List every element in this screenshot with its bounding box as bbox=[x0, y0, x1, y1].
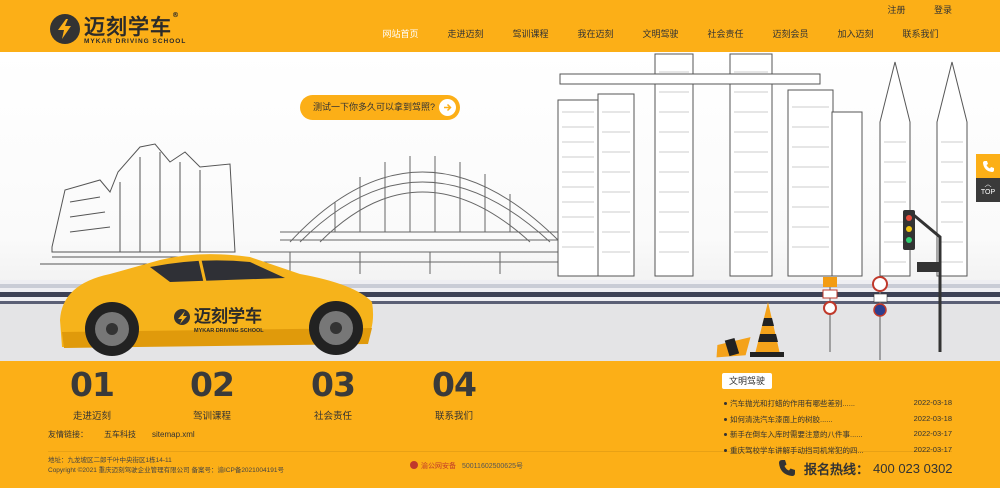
bullet-icon bbox=[724, 417, 727, 421]
news-date: 2022-03-17 bbox=[913, 429, 952, 438]
hotline: 报名热线： 400 023 0302 bbox=[778, 456, 953, 480]
news-title: 汽车抛光和打蜡的作用有哪些差别...... bbox=[730, 399, 856, 408]
license-quiz-button[interactable]: 测试一下你多久可以拿到驾照? bbox=[300, 95, 460, 120]
chevron-up-icon: ︿ bbox=[984, 181, 992, 188]
feature-number: 04 bbox=[432, 365, 477, 404]
news-date: 2022-03-17 bbox=[913, 444, 952, 454]
feature-label: 走进迈刻 bbox=[72, 411, 111, 422]
friend-links: 友情链接： 五车科技 sitemap.xml bbox=[48, 429, 211, 440]
side-widget: ︿ TOP bbox=[976, 154, 1000, 202]
footer-section: 01 走进迈刻 02 驾训课程 03 社会责任 04 联系我们 友情链接： 五车科… bbox=[0, 361, 1000, 488]
news-tab[interactable]: 文明驾驶 bbox=[722, 373, 773, 389]
phone-icon bbox=[982, 160, 994, 172]
news-title: 如何清洗汽车漆面上的树胶...... bbox=[730, 414, 833, 424]
footer-address: 地址：九龙坡区二郎千叶中央街区1栋14-11 bbox=[48, 457, 172, 464]
news-panel: 文明驾驶 汽车抛光和打蜡的作用有哪些差别...... 2022-03-18 如何清… bbox=[722, 371, 952, 460]
auth-links: 注册 登录 bbox=[861, 3, 952, 16]
nav-item-members[interactable]: 迈刻会员 bbox=[758, 27, 823, 45]
main-nav: 网站首页 走进迈刻 驾训课程 我在迈刻 文明驾驶 社会责任 迈刻会员 加入迈刻 … bbox=[368, 27, 953, 45]
logo[interactable]: 迈刻学车® MYKAR DRIVING SCHOOL bbox=[50, 11, 190, 46]
feature-label: 驾训课程 bbox=[192, 411, 231, 422]
news-title: 新手在倒车入库时需要注意的八件事...... bbox=[730, 430, 863, 439]
bullet-icon bbox=[724, 433, 727, 436]
license-quiz-label: 测试一下你多久可以拿到驾照? bbox=[313, 102, 436, 112]
car-illustration: 迈刻学车 MYKAR DRIVING SCHOOL bbox=[60, 254, 374, 356]
bullet-icon bbox=[724, 402, 727, 405]
nav-item-join[interactable]: 加入迈刻 bbox=[823, 27, 888, 45]
register-link[interactable]: 注册 bbox=[887, 5, 905, 15]
hotline-label: 报名热线： bbox=[804, 461, 870, 477]
news-item[interactable]: 新手在倒车入库时需要注意的八件事...... 2022-03-17 bbox=[722, 429, 952, 445]
feature-number: 02 bbox=[190, 365, 235, 404]
hero-banner: 迈刻学车 MYKAR DRIVING SCHOOL 测试一下你多久可以拿到驾照? bbox=[0, 52, 1000, 361]
phone-contact-button[interactable] bbox=[976, 154, 1000, 178]
page: 迈刻学车® MYKAR DRIVING SCHOOL 注册 登录 网站首页 走进… bbox=[0, 0, 1000, 488]
nav-item-civil-driving[interactable]: 文明驾驶 bbox=[628, 27, 693, 45]
logo-brand-name: 迈刻学车® bbox=[84, 11, 180, 39]
back-to-top-button[interactable]: ︿ TOP bbox=[976, 178, 1000, 202]
nav-item-contact[interactable]: 联系我们 bbox=[888, 27, 953, 45]
feature-social[interactable]: 03 社会责任 bbox=[293, 365, 373, 423]
police-badge-icon bbox=[410, 461, 418, 469]
police-record[interactable]: 渝公网安备 50011602500625号 bbox=[410, 461, 523, 471]
news-date: 2022-03-18 bbox=[913, 398, 952, 407]
friend-link-item[interactable]: sitemap.xml bbox=[152, 430, 195, 439]
friend-links-label: 友情链接： bbox=[48, 430, 88, 439]
back-to-top-label: TOP bbox=[980, 189, 996, 196]
nav-item-about[interactable]: 走进迈刻 bbox=[433, 27, 498, 45]
news-item[interactable]: 如何清洗汽车漆面上的树胶...... 2022-03-18 bbox=[722, 414, 952, 430]
nav-item-social[interactable]: 社会责任 bbox=[693, 27, 758, 45]
police-record-label: 渝公网安备 bbox=[421, 463, 456, 470]
nav-item-courses[interactable]: 驾训课程 bbox=[498, 27, 563, 45]
feature-label: 社会责任 bbox=[313, 411, 352, 422]
police-record-number: 50011602500625号 bbox=[462, 463, 523, 470]
footer-info: 地址：九龙坡区二郎千叶中央街区1栋14-11 Copyright ©2021 重… bbox=[48, 456, 284, 476]
hotline-number[interactable]: 400 023 0302 bbox=[873, 461, 953, 476]
car-brand-subtitle: MYKAR DRIVING SCHOOL bbox=[194, 328, 264, 334]
feature-label: 联系我们 bbox=[434, 411, 473, 422]
header: 迈刻学车® MYKAR DRIVING SCHOOL 注册 登录 网站首页 走进… bbox=[0, 0, 1000, 52]
logo-brand-subtitle: MYKAR DRIVING SCHOOL bbox=[84, 38, 187, 45]
logo-mark-icon bbox=[50, 14, 80, 44]
phone-icon bbox=[779, 460, 795, 476]
feature-courses[interactable]: 02 驾训课程 bbox=[172, 365, 252, 423]
news-title: 重庆驾校学车讲解手动挡司机常犯的四... bbox=[730, 445, 864, 455]
friend-link-item[interactable]: 五车科技 bbox=[104, 430, 136, 439]
news-item[interactable]: 汽车抛光和打蜡的作用有哪些差别...... 2022-03-18 bbox=[722, 398, 952, 414]
feature-number: 01 bbox=[70, 365, 115, 404]
city-skyline-illustration: 迈刻学车 MYKAR DRIVING SCHOOL bbox=[0, 53, 1000, 361]
feature-contact[interactable]: 04 联系我们 bbox=[414, 365, 494, 423]
footer-copyright: Copyright ©2021 重庆迈刻驾驶企业管理有限公司 备案号：渝ICP备… bbox=[48, 467, 284, 474]
login-link[interactable]: 登录 bbox=[934, 5, 952, 15]
nav-item-home[interactable]: 网站首页 bbox=[368, 27, 433, 45]
feature-about[interactable]: 01 走进迈刻 bbox=[52, 365, 132, 423]
news-date: 2022-03-18 bbox=[913, 413, 952, 423]
nav-item-me[interactable]: 我在迈刻 bbox=[563, 27, 628, 45]
arrow-right-icon bbox=[439, 99, 456, 116]
feature-number: 03 bbox=[311, 365, 356, 404]
footer-divider bbox=[48, 451, 952, 452]
car-brand-text: 迈刻学车 bbox=[194, 306, 262, 327]
